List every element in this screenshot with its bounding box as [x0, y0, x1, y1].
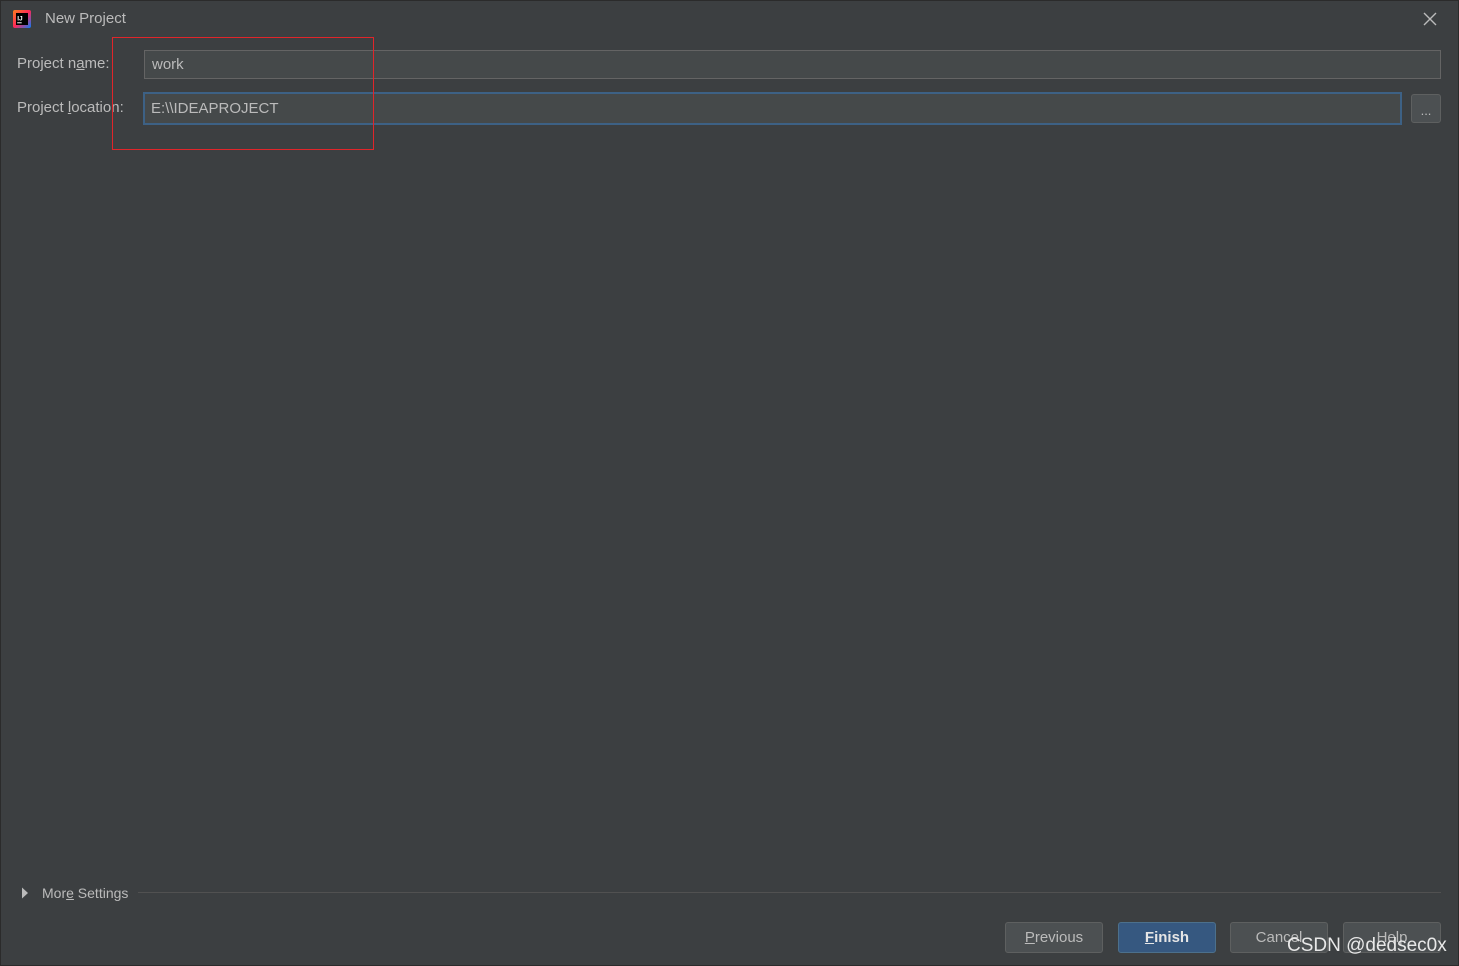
cancel-button[interactable]: Cancel	[1230, 922, 1328, 953]
project-name-label: Project name:	[17, 55, 110, 72]
help-button[interactable]: Help	[1343, 922, 1441, 953]
more-settings-toggle[interactable]: More Settings	[21, 883, 128, 903]
browse-button-label: ...	[1420, 103, 1432, 118]
finish-button[interactable]: Finish	[1118, 922, 1216, 953]
close-icon	[1423, 12, 1437, 26]
project-name-value: work	[152, 56, 184, 73]
project-location-label: Project location:	[17, 99, 124, 116]
project-location-value: E:\\IDEAPROJECT	[151, 100, 279, 117]
separator	[138, 892, 1441, 893]
more-settings-label: More Settings	[42, 885, 129, 901]
triangle-right-icon	[22, 887, 28, 899]
browse-location-button[interactable]: ...	[1411, 94, 1441, 123]
svg-text:IJ: IJ	[17, 16, 23, 23]
intellij-idea-icon: IJ	[13, 10, 31, 28]
new-project-dialog: IJ New Project Project name: work Projec…	[0, 0, 1459, 966]
project-location-input[interactable]: E:\\IDEAPROJECT	[143, 92, 1402, 125]
finish-button-label: Finish	[1144, 929, 1190, 946]
title-bar: IJ New Project	[1, 1, 1458, 37]
help-button-label: Help	[1376, 929, 1408, 946]
previous-button[interactable]: Previous	[1005, 922, 1103, 953]
close-button[interactable]	[1419, 8, 1441, 30]
window-title: New Project	[45, 10, 126, 27]
project-name-input[interactable]: work	[144, 50, 1441, 79]
previous-button-label: Previous	[1024, 929, 1084, 946]
cancel-button-label: Cancel	[1255, 929, 1303, 946]
